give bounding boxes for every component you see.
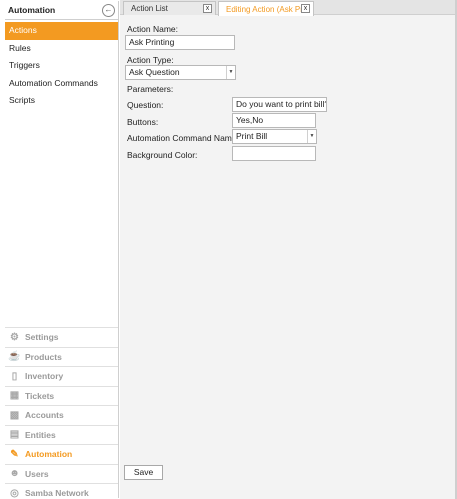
nav-settings[interactable]: ⚙ Settings (5, 327, 118, 347)
nav-label: Automation (25, 449, 73, 460)
nav-inventory[interactable]: ▯ Inventory (5, 366, 118, 386)
action-type-select[interactable]: Ask Question ▼ (125, 65, 236, 80)
action-name-label: Action Name: (127, 24, 179, 34)
nav-label: Accounts (25, 410, 64, 421)
document-tabs: Action List x Editing Action (Ask Pr x (120, 0, 457, 16)
calculator-icon: ▩ (9, 409, 20, 421)
nav-label: Products (25, 351, 62, 362)
grid-icon: ▤ (9, 429, 20, 441)
chevron-down-icon: ▼ (307, 130, 316, 143)
sidebar-item-automation-commands[interactable]: Automation Commands (5, 75, 118, 93)
nav-label: Users (25, 468, 49, 479)
nav-label: Inventory (25, 371, 64, 382)
close-tab-button[interactable]: x (203, 4, 212, 13)
tab-label: Editing Action (Ask Pr (226, 4, 303, 14)
question-input[interactable]: Do you want to print bill? (232, 97, 327, 112)
ticket-icon: ▦ (9, 390, 20, 402)
cup-icon: ☕ (8, 351, 21, 363)
parameters-label: Parameters: (127, 84, 174, 94)
sidebar-item-scripts[interactable]: Scripts (5, 92, 118, 110)
nav-samba-network[interactable]: ◎ Samba Network (5, 483, 118, 499)
tab-label: Action List (131, 4, 168, 13)
chevron-down-icon: ▼ (226, 66, 235, 79)
sidebar-item-actions[interactable]: Actions (5, 22, 118, 40)
back-arrow-icon[interactable]: ← (102, 3, 115, 17)
background-color-input[interactable] (232, 146, 316, 161)
sidebar-title: Automation (8, 5, 56, 15)
main-panel: Action List x Editing Action (Ask Pr x A… (120, 0, 457, 499)
globe-icon: ◎ (10, 487, 19, 499)
background-color-label: Background Color: (127, 150, 198, 160)
command-name-value: Print Bill (236, 131, 268, 141)
action-name-input[interactable]: Ask Printing (125, 35, 235, 50)
gear-icon: ⚙ (10, 331, 19, 343)
nav-label: Entities (25, 429, 56, 440)
question-label: Question: (127, 100, 164, 110)
user-icon: ☻ (9, 468, 20, 480)
save-button[interactable]: Save (124, 465, 163, 480)
sidebar: Automation ← Actions Rules Triggers Auto… (5, 1, 119, 499)
nav-users[interactable]: ☻ Users (5, 463, 118, 484)
buttons-input[interactable]: Yes,No (232, 113, 316, 128)
sidebar-item-rules[interactable]: Rules (5, 40, 118, 58)
nav-label: Samba Network (25, 488, 89, 499)
box-icon: ▯ (11, 370, 18, 382)
action-type-label: Action Type: (127, 55, 174, 65)
action-type-value: Ask Question (129, 67, 180, 77)
tab-editing-action[interactable]: Editing Action (Ask Pr x (218, 1, 314, 16)
tab-action-list[interactable]: Action List x (123, 1, 216, 15)
close-tab-button[interactable]: x (301, 4, 310, 13)
nav-tickets[interactable]: ▦ Tickets (5, 385, 118, 406)
pencil-icon: ✎ (10, 448, 19, 460)
nav-label: Settings (25, 332, 59, 343)
buttons-label: Buttons: (127, 117, 159, 127)
nav-entities[interactable]: ▤ Entities (5, 424, 118, 445)
sidebar-header: Automation ← (5, 1, 118, 20)
main-navigation: ⚙ Settings ☕ Products ▯ Inventory ▦ Tick… (5, 327, 118, 499)
command-name-label: Automation Command Name: (127, 133, 239, 143)
nav-label: Tickets (25, 390, 55, 401)
nav-automation[interactable]: ✎ Automation (5, 444, 118, 464)
sidebar-item-triggers[interactable]: Triggers (5, 57, 118, 75)
nav-accounts[interactable]: ▩ Accounts (5, 405, 118, 425)
command-name-select[interactable]: Print Bill ▼ (232, 129, 317, 144)
nav-products[interactable]: ☕ Products (5, 346, 118, 367)
